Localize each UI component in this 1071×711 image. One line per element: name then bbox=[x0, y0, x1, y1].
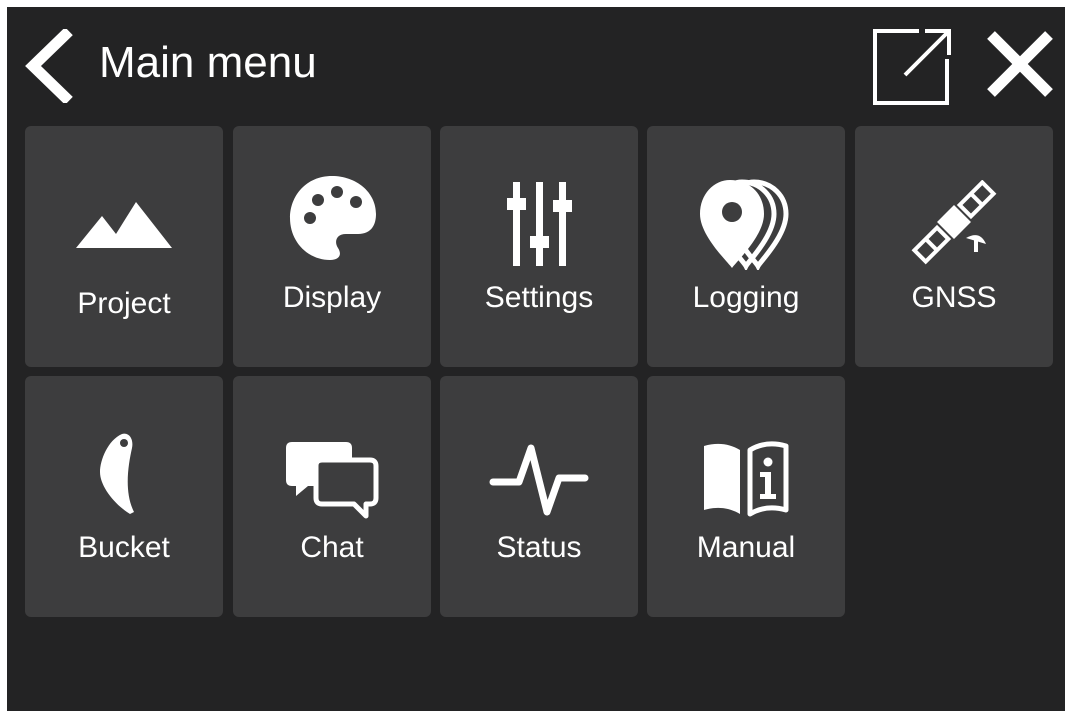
chat-bubbles-icon bbox=[282, 432, 382, 528]
main-menu-window: Main menu Project Display Settings Loggi… bbox=[7, 7, 1065, 711]
logging-tile[interactable]: Logging bbox=[647, 126, 845, 367]
status-tile[interactable]: Status bbox=[440, 376, 638, 617]
info-book-icon bbox=[696, 432, 796, 528]
location-pins-icon bbox=[696, 174, 796, 270]
tile-label: Chat bbox=[300, 531, 364, 564]
bucket-tile[interactable]: Bucket bbox=[25, 376, 223, 617]
satellite-icon bbox=[904, 180, 1004, 276]
tile-label: Display bbox=[282, 281, 382, 314]
manual-tile[interactable]: Manual bbox=[647, 376, 845, 617]
tile-label: Status bbox=[496, 531, 582, 564]
bucket-icon bbox=[74, 426, 174, 522]
close-button[interactable] bbox=[979, 23, 1061, 105]
popout-button[interactable] bbox=[867, 21, 953, 107]
chevron-left-icon bbox=[25, 27, 73, 105]
tile-label: Bucket bbox=[78, 531, 170, 564]
tile-label: Project bbox=[77, 287, 171, 320]
mountains-icon bbox=[74, 178, 174, 274]
tile-label: Settings bbox=[484, 281, 594, 314]
sliders-icon bbox=[489, 176, 589, 272]
back-button[interactable] bbox=[21, 27, 77, 105]
project-tile[interactable]: Project bbox=[25, 126, 223, 367]
header-bar: Main menu bbox=[7, 7, 1065, 119]
settings-tile[interactable]: Settings bbox=[440, 126, 638, 367]
tile-label: Logging bbox=[692, 281, 800, 314]
display-tile[interactable]: Display bbox=[233, 126, 431, 367]
external-window-icon bbox=[873, 29, 951, 105]
tile-label: GNSS bbox=[911, 281, 997, 314]
page-title: Main menu bbox=[99, 38, 317, 87]
chat-tile[interactable]: Chat bbox=[233, 376, 431, 617]
pulse-icon bbox=[489, 432, 589, 528]
gnss-tile[interactable]: GNSS bbox=[855, 126, 1053, 367]
tile-label: Manual bbox=[696, 531, 796, 564]
palette-icon bbox=[282, 170, 382, 266]
close-icon bbox=[987, 31, 1053, 97]
